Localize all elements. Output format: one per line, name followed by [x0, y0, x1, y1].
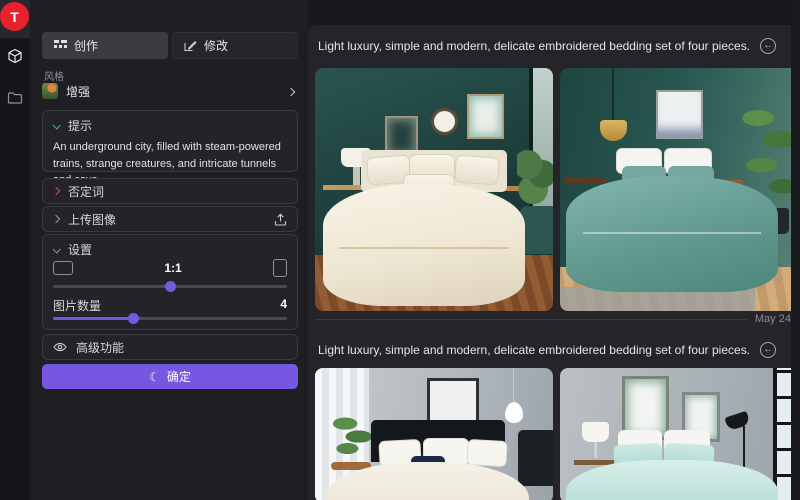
scene-lamp-cord	[513, 368, 514, 404]
settings-header: 设置	[68, 241, 92, 258]
image-count-label: 图片数量	[53, 297, 101, 314]
scene-wall-art	[656, 90, 703, 139]
portrait-ratio-icon[interactable]	[273, 259, 287, 277]
scene-pendant-lamp	[505, 402, 523, 423]
mode-tabs: 创作 修改	[42, 32, 298, 59]
reuse-prompt-icon[interactable]: ←	[760, 38, 776, 54]
aspect-ratio-row: 1:1	[53, 258, 287, 278]
chevron-down-icon	[52, 245, 60, 253]
settings-section: 设置 1:1 图片数量 4	[42, 234, 298, 330]
style-selector[interactable]: 增强	[42, 81, 298, 101]
app-window: T 创作 修改 风格	[0, 0, 800, 500]
generated-image-4[interactable]	[560, 368, 799, 500]
chevron-down-icon	[52, 121, 60, 129]
scene-duvet	[566, 176, 778, 292]
folder-icon[interactable]	[7, 90, 23, 106]
scene-duvet	[323, 184, 525, 306]
tab-create-label: 创作	[74, 37, 98, 54]
image-count-value: 4	[280, 297, 287, 314]
model-cube-icon[interactable]	[7, 48, 23, 64]
generated-image-1[interactable]	[315, 68, 553, 311]
result-caption-row: Light luxury, simple and modern, delicat…	[318, 341, 786, 359]
scene-lamp	[353, 167, 360, 185]
scene-chair	[518, 430, 553, 486]
date-divider: May 24,	[315, 312, 794, 326]
aspect-ratio-value: 1:1	[164, 261, 181, 275]
results-feed: Light luxury, simple and modern, delicat…	[308, 25, 800, 500]
negative-words-section[interactable]: 否定词	[42, 178, 298, 204]
upload-icon[interactable]	[274, 213, 287, 226]
scene-clock	[431, 108, 458, 135]
scene-plant	[517, 146, 553, 208]
landscape-ratio-icon[interactable]	[53, 261, 73, 275]
result-prompt-text: Light luxury, simple and modern, delicat…	[318, 343, 750, 357]
upload-image-header: 上传图像	[68, 211, 116, 228]
left-icon-rail: T	[0, 0, 30, 500]
tab-modify-label: 修改	[204, 37, 228, 54]
advanced-features-label: 高级功能	[76, 339, 124, 356]
scrollbar[interactable]	[791, 0, 800, 500]
edit-pencil-icon	[184, 39, 197, 52]
reuse-prompt-icon[interactable]: ←	[760, 342, 776, 358]
prompt-section[interactable]: 提示 An underground city, filled with stea…	[42, 110, 298, 172]
eye-icon	[53, 340, 67, 354]
date-label: May 24,	[755, 313, 794, 325]
scene-nightstand	[564, 178, 606, 183]
prompt-header: 提示	[68, 117, 92, 134]
scene-lamp-cord	[612, 68, 614, 122]
image-count-row: 图片数量 4	[53, 297, 287, 314]
upload-image-section[interactable]: 上传图像	[42, 206, 298, 232]
advanced-features-section[interactable]: 高级功能	[42, 334, 298, 360]
image-count-slider[interactable]	[53, 317, 287, 320]
result-prompt-text: Light luxury, simple and modern, delicat…	[318, 39, 750, 53]
generated-image-3[interactable]	[315, 368, 553, 500]
scene-pillow	[466, 439, 507, 467]
scene-lamp	[582, 422, 609, 442]
results-area: Light luxury, simple and modern, delicat…	[308, 0, 800, 500]
result-caption-row: Light luxury, simple and modern, delicat…	[318, 37, 786, 55]
scene-plant	[329, 408, 375, 460]
style-thumbnail	[42, 83, 58, 99]
chevron-right-icon	[288, 84, 294, 98]
aspect-ratio-slider[interactable]	[53, 285, 287, 288]
tab-modify[interactable]: 修改	[172, 32, 298, 59]
scene-wall-art	[467, 94, 504, 139]
avatar[interactable]: T	[0, 2, 29, 31]
negative-words-header: 否定词	[68, 183, 104, 200]
moon-icon: ☾	[149, 371, 160, 383]
aspect-ratio-slider-thumb[interactable]	[165, 281, 176, 292]
grid-icon	[54, 39, 67, 52]
control-panel: 创作 修改 风格 增强 提示 An underground city, fill…	[30, 0, 308, 500]
scene-lamp	[594, 442, 597, 458]
chevron-right-icon	[52, 187, 60, 195]
tab-create[interactable]: 创作	[42, 32, 168, 59]
scene-pillow	[454, 154, 500, 185]
divider-line	[315, 319, 747, 320]
style-value: 增强	[66, 83, 90, 100]
confirm-button[interactable]: ☾ 确定	[42, 364, 298, 389]
confirm-button-label: 确定	[167, 368, 191, 385]
image-count-slider-thumb[interactable]	[128, 313, 139, 324]
chevron-right-icon	[52, 215, 60, 223]
generated-image-2[interactable]	[560, 68, 799, 311]
